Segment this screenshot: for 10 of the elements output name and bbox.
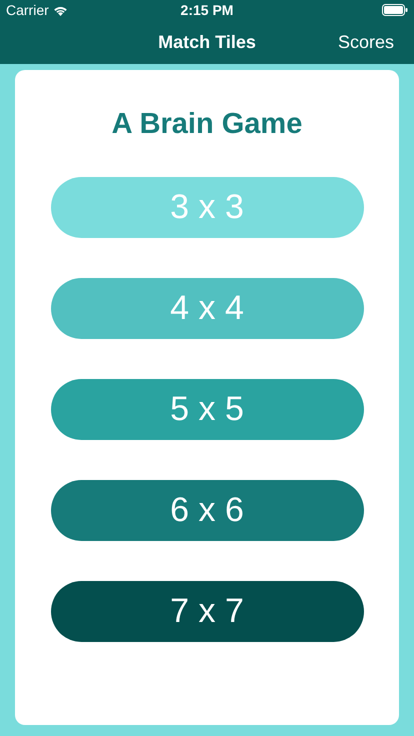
grid-size-button[interactable]: 7 x 7: [50, 580, 364, 642]
grid-size-button[interactable]: 6 x 6: [50, 480, 364, 540]
carrier-name: Carrier: [6, 0, 49, 20]
battery-icon: [382, 4, 408, 16]
nav-title: Match Tiles: [158, 30, 256, 54]
game-title: A Brain Game: [112, 107, 302, 142]
grid-size-button[interactable]: 5 x 5: [50, 378, 364, 440]
scores-button[interactable]: Scores: [338, 28, 394, 56]
wifi-icon: [52, 4, 68, 16]
status-time: 2:15 PM: [180, 0, 234, 20]
